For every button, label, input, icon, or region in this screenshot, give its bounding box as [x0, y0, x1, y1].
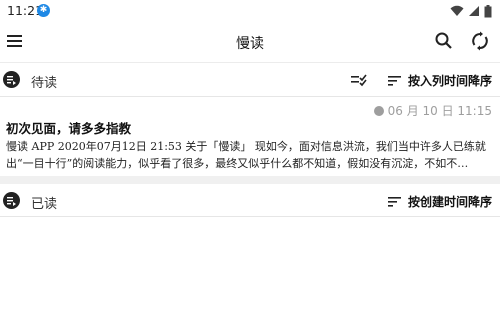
divider — [0, 216, 500, 217]
unread-dot-icon — [373, 105, 384, 116]
playlist-icon — [3, 192, 20, 209]
status-bar: 11:21 ✱ — [0, 0, 500, 22]
section-separator — [0, 176, 500, 184]
signal-icon — [469, 6, 479, 16]
search-icon[interactable] — [434, 31, 454, 51]
read-sort-button[interactable]: 按创建时间降序 — [387, 193, 492, 210]
article-title: 初次见面，请多多指教 — [6, 121, 132, 136]
divider — [0, 96, 500, 97]
to-read-header: 待读 按入列时间降序 — [0, 65, 500, 95]
to-read-sort-label: 按入列时间降序 — [407, 74, 492, 88]
bluetooth-icon: ✱ — [37, 4, 50, 17]
status-icons — [450, 4, 492, 18]
app-title: 慢读 — [236, 36, 264, 52]
wifi-icon — [450, 5, 464, 16]
article-item[interactable]: 06 月 10 日 11:15 初次见面，请多多指教 慢读 APP 2020年0… — [0, 98, 500, 175]
read-sort-label: 按创建时间降序 — [407, 195, 492, 209]
read-title: 已读 — [31, 197, 58, 212]
sort-icon — [387, 196, 401, 207]
app-bar: 慢读 — [0, 22, 500, 63]
playlist-icon — [3, 71, 20, 88]
read-header: 已读 按创建时间降序 — [0, 186, 500, 216]
article-time: 06 月 10 日 11:15 — [373, 102, 492, 119]
article-time-text: 06 月 10 日 11:15 — [387, 104, 492, 118]
sync-icon[interactable] — [470, 31, 490, 51]
to-read-title: 待读 — [31, 76, 58, 91]
to-read-sort-button[interactable]: 按入列时间降序 — [387, 72, 492, 89]
checklist-icon[interactable] — [350, 72, 368, 88]
battery-icon — [484, 4, 492, 17]
sort-icon — [387, 75, 401, 86]
article-summary: 慢读 APP 2020年07月12日 21:53 关于「慢读」 现如今，面对信息… — [6, 140, 486, 170]
